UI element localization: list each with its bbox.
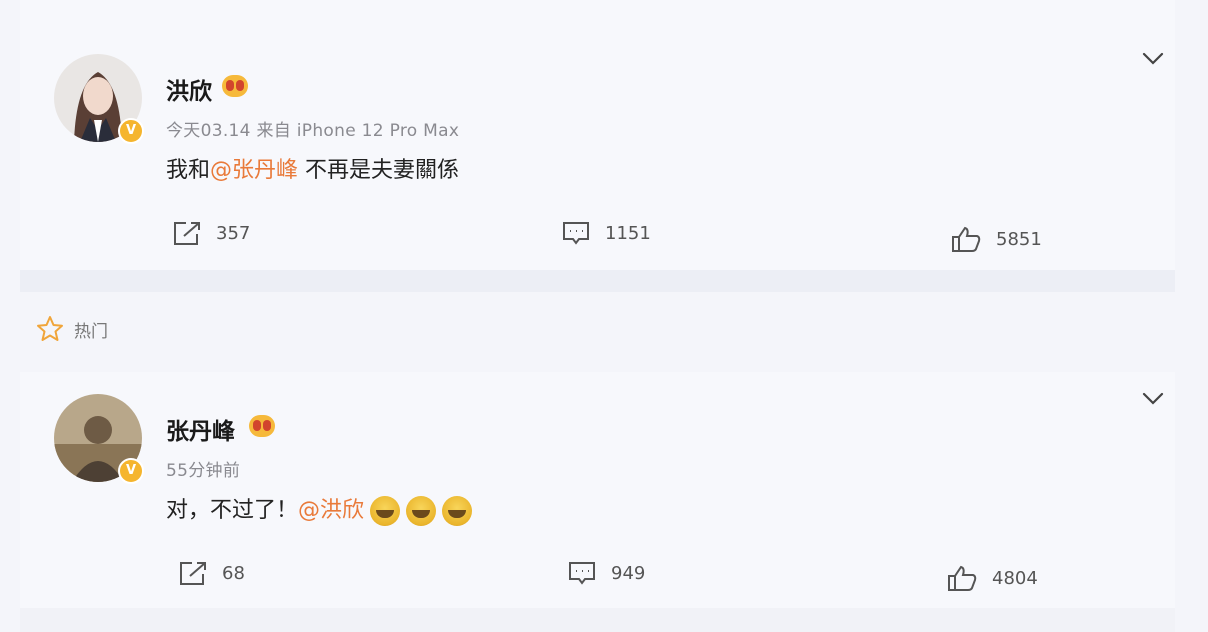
comment-icon — [563, 222, 589, 245]
author-name[interactable]: 洪欣 — [166, 72, 212, 106]
comment-button[interactable]: 949 — [567, 560, 645, 586]
member-badge-icon — [222, 75, 248, 97]
repost-count: 68 — [222, 562, 245, 584]
laugh-cry-emoji-icon — [406, 496, 437, 526]
verified-badge: V — [118, 458, 144, 484]
comment-icon — [569, 562, 595, 585]
repost-icon — [174, 222, 200, 245]
post-text: 我和@张丹峰 不再是夫妻關係 — [166, 152, 459, 184]
like-count: 4804 — [992, 567, 1038, 589]
author-name[interactable]: 张丹峰 — [166, 412, 235, 446]
chevron-down-icon[interactable] — [1142, 52, 1164, 66]
post-text-suffix: 不再是夫妻關係 — [298, 158, 460, 183]
repost-button[interactable]: 68 — [178, 560, 245, 586]
comment-count: 1151 — [605, 222, 651, 244]
laugh-cry-emoji-icon — [442, 496, 473, 526]
repost-count: 357 — [216, 222, 251, 244]
chevron-down-icon[interactable] — [1142, 392, 1164, 406]
avatar[interactable]: V — [54, 394, 144, 484]
comment-button[interactable]: 1151 — [561, 220, 651, 246]
like-icon — [948, 565, 977, 591]
member-badge-icon — [249, 415, 275, 437]
section-divider — [20, 270, 1175, 292]
like-button[interactable]: 5851 — [950, 225, 1042, 253]
section-divider — [20, 608, 1175, 632]
mention-link[interactable]: @张丹峰 — [210, 158, 298, 183]
repost-button[interactable]: 357 — [172, 220, 250, 246]
repost-icon — [180, 562, 206, 585]
mention-link[interactable]: @洪欣 — [298, 498, 364, 523]
like-button[interactable]: 4804 — [946, 564, 1038, 592]
post-text: 对，不过了！@洪欣 — [166, 492, 473, 526]
post-text-prefix: 对，不过了！ — [166, 498, 299, 523]
weibo-feed: V 洪欣 今天03.14 来自 iPhone 12 Pro Max 我和@张丹峰… — [0, 0, 1208, 632]
post-meta: 今天03.14 来自 iPhone 12 Pro Max — [166, 121, 460, 141]
post-meta: 55分钟前 — [166, 461, 241, 481]
like-count: 5851 — [996, 228, 1042, 250]
post-text-prefix: 我和 — [166, 158, 211, 183]
like-icon — [952, 226, 981, 252]
hot-section-header: 热门 — [36, 315, 108, 343]
comment-count: 949 — [611, 562, 646, 584]
verified-badge: V — [118, 118, 144, 144]
hot-label: 热门 — [74, 321, 108, 342]
laugh-cry-emoji-icon — [370, 496, 401, 526]
avatar[interactable]: V — [54, 54, 144, 144]
star-icon — [37, 316, 63, 341]
